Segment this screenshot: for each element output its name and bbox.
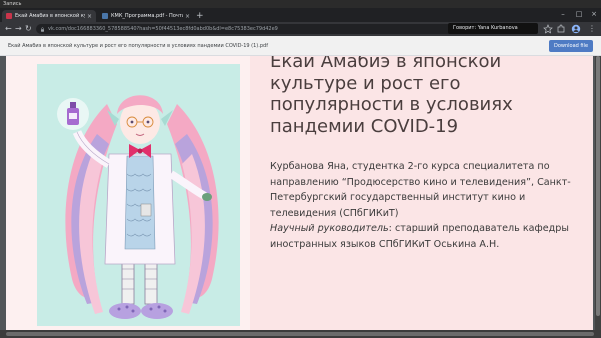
close-tab-icon[interactable]: × [185,13,190,20]
tab-title: КМК_Программа.pdf - Почта М... [111,13,183,19]
close-window-icon[interactable]: × [587,8,601,20]
tab-strip: Екай Амабиэ в японской культ... × КМК_Пр… [0,8,601,22]
vertical-scroll-thumb[interactable] [596,56,600,316]
close-tab-icon[interactable]: × [87,13,92,20]
maximize-icon[interactable]: □ [572,8,586,20]
file-header: Екай Амабиэ в японской культуре и рост е… [0,36,601,56]
amabie-character-image [57,95,219,319]
tab-amabie-pdf[interactable]: Екай Амабиэ в японской культ... × [2,10,96,22]
recording-banner: Запись [0,0,601,8]
reload-icon[interactable]: ↻ [25,23,32,35]
menu-dots-icon[interactable]: ⋮ [588,23,596,35]
new-tab-icon[interactable]: + [196,11,204,21]
horizontal-scroll-thumb[interactable] [6,332,594,336]
vk-favicon-icon [6,13,12,19]
profile-avatar-icon[interactable] [571,24,581,34]
author-line: Курбанова Яна, студентка 2-го курса спец… [270,161,571,219]
slide-title: Екай Амабиэ в японской культуре и рост е… [270,56,513,137]
horizontal-scrollbar[interactable] [0,330,601,338]
amabie-illustration [37,64,240,326]
forward-icon[interactable]: → [15,23,22,35]
star-icon[interactable] [543,24,553,34]
extensions-icon[interactable] [556,24,566,34]
advisor-label: Научный руководитель [270,223,389,235]
tab-kmk-program[interactable]: КМК_Программа.pdf - Почта М... × [98,10,194,22]
slide-text-column: Екай Амабиэ в японской культуре и рост е… [250,56,593,330]
back-icon[interactable]: ← [5,23,12,35]
speaker-tooltip: Говорит: Yana Kurbanova [448,23,538,34]
lock-icon [41,26,44,32]
pdf-viewer: Екай Амабиэ в японской культуре и рост е… [0,36,601,338]
mail-favicon-icon [102,13,108,19]
file-name: Екай Амабиэ в японской культуре и рост е… [8,43,268,49]
recording-label: Запись [3,1,22,7]
vertical-scrollbar[interactable] [595,56,601,330]
url-text: vk.com/doc166883360_578588540?hash=50f44… [48,26,278,32]
slide-page: Екай Амабиэ в японской культуре и рост е… [6,56,593,330]
slide-body: Курбанова Яна, студентка 2-го курса спец… [270,159,590,253]
tab-title: Екай Амабиэ в японской культ... [15,13,85,19]
download-button[interactable]: Download file [549,40,593,52]
minimize-icon[interactable]: – [556,8,570,20]
